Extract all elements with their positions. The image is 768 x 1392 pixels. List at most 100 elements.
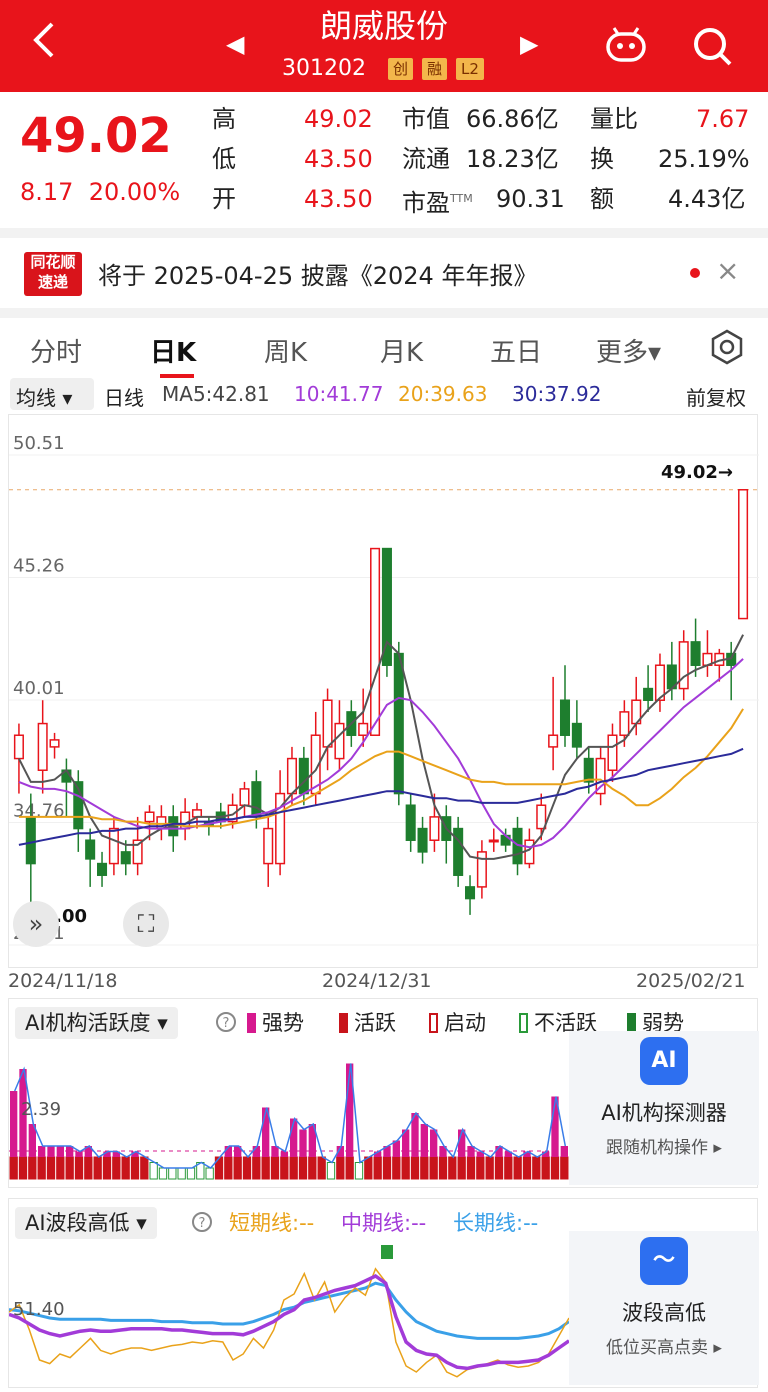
- expand-left-icon[interactable]: »: [13, 901, 59, 947]
- next-stock-icon[interactable]: ▶: [520, 30, 538, 58]
- activity-bar-base: [298, 1156, 308, 1180]
- ai-activity-selector[interactable]: AI机构活跃度 ▾: [15, 1007, 178, 1039]
- candle-body: [476, 851, 487, 888]
- news-text[interactable]: 将于 2025-04-25 披露《2024 年年报》: [98, 256, 537, 291]
- ma-selector[interactable]: 均线 ▾: [10, 378, 94, 410]
- tab-monthly[interactable]: 月K: [380, 332, 423, 369]
- candle-body: [251, 781, 262, 818]
- activity-bar-base: [448, 1156, 457, 1180]
- activity-bar-base: [336, 1156, 345, 1180]
- candle-body: [571, 722, 582, 748]
- price-change: 8.17 20.00%: [20, 178, 181, 206]
- activity-bar-base: [158, 1167, 168, 1180]
- activity-bar-base: [102, 1156, 112, 1180]
- activity-bar-base: [149, 1162, 158, 1180]
- y-tick-label: 40.01: [13, 678, 65, 699]
- candle-body: [286, 757, 297, 795]
- wave-card[interactable]: 〜 波段高低 低位买高点卖 ▸: [569, 1231, 759, 1385]
- activity-bar-base: [205, 1167, 214, 1180]
- activity-bar-base: [317, 1156, 326, 1180]
- value-mktcap: 66.86亿: [466, 105, 559, 133]
- activity-bar-base: [242, 1156, 252, 1180]
- wave-lines-svg: [9, 1245, 569, 1378]
- ai-detector-title: AI机构探测器: [601, 1101, 727, 1125]
- tab-more[interactable]: 更多▾: [596, 332, 661, 369]
- activity-bar-base: [560, 1156, 569, 1180]
- candle-body: [488, 839, 499, 843]
- stock-code: 301202: [282, 56, 366, 81]
- ai-activity-panel: AI机构活跃度 ▾ ? 强势 活跃 启动 不活跃 弱势 2.39 AI AI机构…: [8, 998, 759, 1188]
- ai-detector-icon: AI: [640, 1037, 688, 1085]
- mid-term-line: [9, 1273, 569, 1371]
- news-banner[interactable]: 同花顺 速递 将于 2025-04-25 披露《2024 年年报》 ×: [0, 228, 768, 298]
- help-circle-icon[interactable]: ?: [215, 1011, 237, 1038]
- candle-body: [393, 652, 404, 795]
- candle-body: [191, 809, 203, 818]
- close-icon[interactable]: ×: [716, 254, 739, 287]
- activity-bars-svg: [9, 1063, 569, 1180]
- x-label: 2025/02/21: [636, 970, 746, 992]
- candle-body: [465, 886, 476, 900]
- activity-bar-base: [326, 1162, 336, 1180]
- activity-bar-base: [261, 1156, 270, 1180]
- activity-bar-base: [233, 1156, 242, 1180]
- activity-bar-strong: [38, 1146, 46, 1157]
- high-price-label: 49.02→: [661, 462, 733, 483]
- candle-body: [548, 734, 559, 748]
- robot-icon[interactable]: [604, 26, 648, 64]
- activity-bar-base: [504, 1156, 513, 1180]
- activity-bar-base: [74, 1156, 84, 1180]
- activity-bar-base: [354, 1162, 364, 1180]
- period-tabs: 分时 日K 周K 月K 五日 更多▾: [0, 308, 768, 378]
- candle-body: [678, 641, 689, 690]
- label-low: 低: [212, 145, 236, 173]
- activity-bar-base: [65, 1156, 74, 1180]
- kline-chart[interactable]: 50.5145.2640.0134.7629.5149.02→←31.00 » …: [8, 414, 759, 968]
- period-label: 日线: [104, 386, 144, 410]
- candle-body: [607, 734, 618, 771]
- wave-tick: 51.40: [13, 1299, 65, 1320]
- adjust-mode[interactable]: 前复权: [686, 382, 746, 411]
- current-price: 49.02: [20, 108, 172, 164]
- x-label: 2024/12/31: [322, 970, 432, 992]
- candle-body: [298, 757, 309, 795]
- value-amount: 4.43亿: [668, 185, 746, 213]
- tab-minute[interactable]: 分时: [30, 332, 82, 369]
- activity-bar-base: [168, 1167, 177, 1180]
- label-amount: 额: [590, 185, 614, 213]
- badge-chuang: 创: [388, 58, 414, 80]
- value-turnover: 25.19%: [658, 145, 750, 173]
- help-circle-icon[interactable]: ?: [191, 1211, 213, 1238]
- short-line-label: 短期线:--: [229, 1211, 315, 1235]
- ai-wave-panel: AI波段高低 ▾ ? 短期线:-- 中期线:-- 长期线:-- 51.40 〜 …: [8, 1198, 759, 1388]
- stock-name: 朗威股份: [319, 7, 448, 45]
- tab-daily[interactable]: 日K: [150, 332, 196, 369]
- activity-bar-base: [37, 1156, 46, 1180]
- activity-bar-strong: [420, 1124, 428, 1157]
- candle-body: [97, 862, 108, 876]
- candle-body: [85, 839, 96, 860]
- ai-detector-subtitle: 跟随机构操作 ▸: [606, 1138, 722, 1158]
- activity-bar-base: [93, 1156, 102, 1180]
- y-tick-label: 50.51: [13, 433, 65, 454]
- tab-weekly[interactable]: 周K: [264, 332, 307, 369]
- x-axis-dates: 2024/11/18 2024/12/31 2025/02/21: [0, 968, 768, 994]
- search-icon[interactable]: [690, 24, 734, 68]
- tab-five-day[interactable]: 五日: [490, 332, 542, 369]
- candle-body: [25, 816, 36, 865]
- activity-bar-strong: [47, 1146, 55, 1157]
- activity-bar-base: [429, 1156, 438, 1180]
- fullscreen-icon[interactable]: ⛶: [123, 901, 169, 947]
- news-logo: 同花顺 速递: [24, 252, 82, 296]
- activity-bar-base: [270, 1156, 280, 1180]
- settings-icon[interactable]: [708, 328, 746, 366]
- candle-body: [559, 699, 571, 736]
- ai-detector-card[interactable]: AI AI机构探测器 跟随机构操作 ▸: [569, 1031, 759, 1185]
- badge-l2: L2: [456, 58, 484, 80]
- ai-wave-selector[interactable]: AI波段高低 ▾: [15, 1207, 157, 1239]
- ma-legend: 均线 ▾ 日线 MA5:42.81 10:41.77 20:39.63 30:3…: [0, 378, 768, 412]
- activity-bar-base: [84, 1156, 93, 1180]
- activity-tick: 2.39: [21, 1099, 62, 1120]
- activity-bar-base: [18, 1156, 28, 1180]
- candle-body: [108, 827, 119, 865]
